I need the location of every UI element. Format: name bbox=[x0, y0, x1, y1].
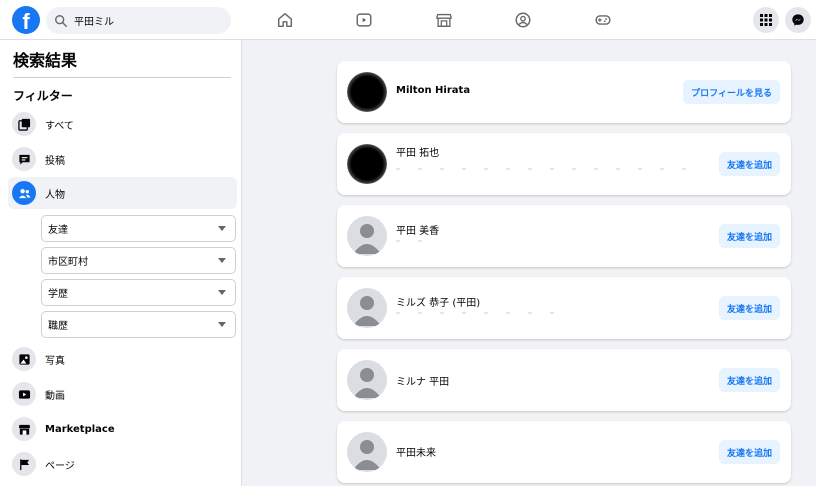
person-silhouette-icon bbox=[353, 440, 381, 470]
menu-button[interactable] bbox=[753, 7, 779, 33]
sidebar-item-videos[interactable]: 動画 bbox=[8, 378, 237, 410]
pages-icon bbox=[12, 452, 36, 476]
add-friend-button[interactable]: 友達を追加 bbox=[718, 224, 780, 248]
result-card[interactable]: ミルナ 平田 友達を追加 bbox=[337, 349, 791, 411]
search-icon bbox=[55, 14, 67, 27]
marketplace-icon bbox=[12, 417, 36, 441]
result-name[interactable]: 平田 美香 bbox=[396, 222, 439, 237]
search-input[interactable] bbox=[74, 15, 214, 26]
video-icon bbox=[356, 13, 372, 27]
add-friend-button[interactable]: 友達を追加 bbox=[718, 152, 780, 176]
nav-video[interactable] bbox=[344, 6, 384, 34]
result-name[interactable]: 平田 拓也 bbox=[396, 144, 439, 159]
add-friend-button[interactable]: 友達を追加 bbox=[718, 296, 780, 320]
all-results-icon bbox=[12, 112, 36, 136]
search-box[interactable] bbox=[46, 7, 231, 34]
sidebar-item-label: Marketplace bbox=[45, 423, 115, 435]
home-icon bbox=[277, 12, 293, 28]
sidebar-title: 検索結果 bbox=[13, 51, 78, 70]
sidebar-item-label: 動画 bbox=[45, 390, 65, 402]
search-sidebar: 検索結果 フィルター すべて 投稿 人物 友達 市区町村 学歴 職歴 写真 動画… bbox=[0, 40, 242, 486]
caret-down-icon bbox=[218, 322, 226, 327]
work-filter-dropdown[interactable]: 職歴 bbox=[41, 311, 236, 338]
posts-icon bbox=[12, 147, 36, 171]
dropdown-label: 市区町村 bbox=[48, 257, 88, 268]
gaming-icon bbox=[595, 15, 611, 25]
sidebar-item-label: ページ bbox=[45, 460, 75, 472]
caret-down-icon bbox=[218, 290, 226, 295]
caret-down-icon bbox=[218, 258, 226, 263]
messenger-icon bbox=[792, 14, 804, 26]
messenger-button[interactable] bbox=[785, 7, 811, 33]
nav-marketplace[interactable] bbox=[424, 6, 464, 34]
photos-icon bbox=[12, 347, 36, 371]
sidebar-item-photos[interactable]: 写真 bbox=[8, 343, 237, 375]
blurred-subtitle bbox=[396, 240, 426, 242]
blurred-subtitle bbox=[396, 168, 686, 170]
city-filter-dropdown[interactable]: 市区町村 bbox=[41, 247, 236, 274]
sidebar-item-marketplace[interactable]: Marketplace bbox=[8, 413, 237, 445]
result-name[interactable]: ミルズ 恭子 (平田) bbox=[396, 294, 480, 309]
blurred-subtitle bbox=[396, 312, 556, 314]
person-silhouette-icon bbox=[353, 296, 381, 326]
view-profile-button[interactable]: プロフィールを見る bbox=[683, 80, 780, 104]
sidebar-item-label: 投稿 bbox=[45, 155, 65, 167]
sidebar-item-all[interactable]: すべて bbox=[8, 108, 237, 140]
default-avatar[interactable] bbox=[347, 216, 387, 256]
friends-filter-dropdown[interactable]: 友達 bbox=[41, 215, 236, 242]
sidebar-divider bbox=[13, 77, 231, 78]
person-silhouette-icon bbox=[353, 368, 381, 398]
result-card[interactable]: 平田未来 友達を追加 bbox=[337, 421, 791, 483]
education-filter-dropdown[interactable]: 学歴 bbox=[41, 279, 236, 306]
dropdown-label: 友達 bbox=[48, 225, 68, 236]
people-icon bbox=[12, 181, 36, 205]
result-card[interactable]: Milton Hirata プロフィールを見る bbox=[337, 61, 791, 123]
default-avatar[interactable] bbox=[347, 360, 387, 400]
profile-photo-blurred[interactable] bbox=[347, 72, 387, 112]
result-card[interactable]: 平田 美香 友達を追加 bbox=[337, 205, 791, 267]
result-name[interactable]: 平田未来 bbox=[396, 444, 436, 459]
top-bar: f bbox=[0, 0, 816, 40]
default-avatar[interactable] bbox=[347, 288, 387, 328]
result-name[interactable]: Milton Hirata bbox=[396, 85, 470, 96]
person-silhouette-icon bbox=[353, 224, 381, 254]
sidebar-item-people[interactable]: 人物 bbox=[8, 177, 237, 209]
add-friend-button[interactable]: 友達を追加 bbox=[718, 440, 780, 464]
profile-photo-blurred[interactable] bbox=[347, 144, 387, 184]
facebook-logo-letter: f bbox=[22, 9, 30, 34]
caret-down-icon bbox=[218, 226, 226, 231]
sidebar-item-label: すべて bbox=[45, 120, 74, 132]
add-friend-button[interactable]: 友達を追加 bbox=[718, 368, 780, 392]
default-avatar[interactable] bbox=[347, 432, 387, 472]
nav-groups[interactable] bbox=[503, 6, 543, 34]
result-name[interactable]: ミルナ 平田 bbox=[396, 373, 449, 388]
nav-home[interactable] bbox=[265, 6, 305, 34]
sidebar-item-label: 写真 bbox=[45, 355, 65, 367]
marketplace-icon bbox=[436, 13, 452, 27]
result-card[interactable]: ミルズ 恭子 (平田) 友達を追加 bbox=[337, 277, 791, 339]
result-card[interactable]: 平田 拓也 友達を追加 bbox=[337, 133, 791, 195]
sidebar-item-label: 人物 bbox=[45, 189, 65, 201]
filter-heading: フィルター bbox=[13, 89, 73, 103]
facebook-logo[interactable]: f bbox=[12, 6, 40, 34]
groups-icon bbox=[515, 12, 531, 28]
sidebar-item-posts[interactable]: 投稿 bbox=[8, 143, 237, 175]
sidebar-item-pages[interactable]: ページ bbox=[8, 448, 237, 480]
video-icon bbox=[12, 382, 36, 406]
dropdown-label: 学歴 bbox=[48, 289, 68, 300]
menu-grid-icon bbox=[760, 14, 772, 26]
dropdown-label: 職歴 bbox=[48, 321, 68, 332]
nav-gaming[interactable] bbox=[583, 6, 623, 34]
